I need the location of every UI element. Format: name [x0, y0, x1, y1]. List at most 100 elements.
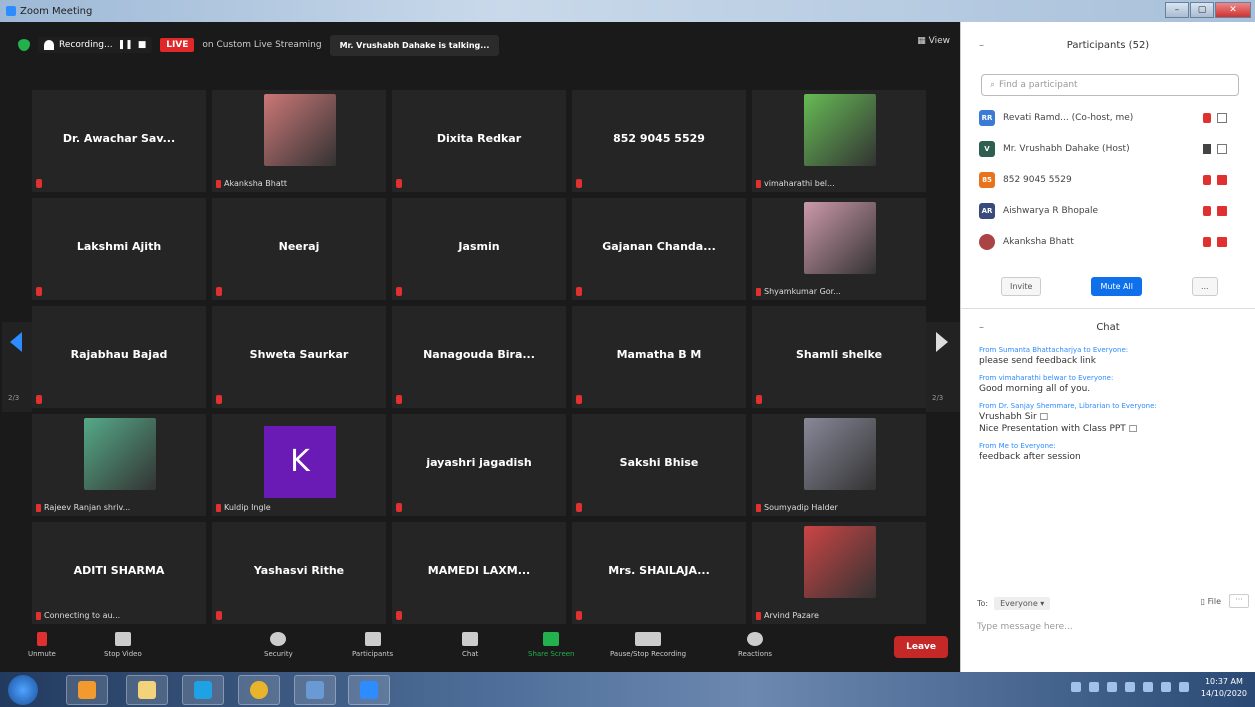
participant-tile[interactable]: Nanagouda Bira...: [392, 306, 566, 408]
invite-button[interactable]: Invite: [1001, 277, 1042, 296]
tray-icon[interactable]: [1107, 682, 1117, 692]
mic-icon[interactable]: [1203, 174, 1211, 185]
participant-tile[interactable]: MAMEDI LAXM...: [392, 522, 566, 624]
participant-tile[interactable]: Rajeev Ranjan shriv...: [32, 414, 206, 516]
mic-icon[interactable]: [1203, 205, 1211, 216]
participant-tile[interactable]: Mrs. SHAILAJA...: [572, 522, 746, 624]
mic-icon[interactable]: [1203, 143, 1211, 154]
chat-message-input[interactable]: Type message here...: [977, 622, 1073, 632]
participant-tile[interactable]: ADITI SHARMA Connecting to au...: [32, 522, 206, 624]
participant-tile[interactable]: Shyamkumar Gor...: [752, 198, 926, 300]
tray-icon[interactable]: [1089, 682, 1099, 692]
view-button[interactable]: ▦ View: [917, 36, 950, 46]
participant-tile[interactable]: Rajabhau Bajad: [32, 306, 206, 408]
collapse-participants-button[interactable]: –: [979, 40, 984, 51]
participant-tile[interactable]: Mamatha B M: [572, 306, 746, 408]
volume-icon[interactable]: [1161, 682, 1171, 692]
participant-tile[interactable]: Soumyadip Halder: [752, 414, 926, 516]
mute-all-button[interactable]: Mute All: [1091, 277, 1142, 296]
camera-icon[interactable]: [1217, 236, 1227, 247]
camera-icon[interactable]: [1217, 112, 1227, 123]
participant-tile[interactable]: jayashri jagadish: [392, 414, 566, 516]
participant-name: Yashasvi Rithe: [253, 564, 345, 577]
chat-message: From vimaharathi belwar to Everyone: Good…: [979, 374, 1239, 394]
tray-icon[interactable]: [1071, 682, 1081, 692]
file-button[interactable]: ▯ File: [1201, 597, 1221, 606]
participant-row-name: 852 9045 5529: [1003, 174, 1072, 185]
maximize-button[interactable]: ▢: [1190, 2, 1214, 18]
participant-tile[interactable]: Dr. Awachar Sav...: [32, 90, 206, 192]
more-options-button[interactable]: ...: [1191, 277, 1218, 296]
participant-tile[interactable]: Shamli shelke: [752, 306, 926, 408]
view-label: View: [928, 36, 950, 46]
live-badge[interactable]: LIVE: [160, 38, 195, 52]
mic-icon[interactable]: [1203, 112, 1211, 123]
collapse-chat-button[interactable]: –: [979, 322, 984, 333]
security-label: Security: [264, 650, 293, 658]
smiley-icon: [747, 632, 764, 646]
participant-row-name: Revati Ramd... (Co-host, me): [1003, 112, 1134, 123]
participants-button[interactable]: Participants: [352, 632, 393, 658]
participant-tile[interactable]: Sakshi Bhise: [572, 414, 746, 516]
system-clock[interactable]: 10:37 AM 14/10/2020: [1201, 676, 1247, 700]
participant-tile[interactable]: Jasmin: [392, 198, 566, 300]
tray-icon[interactable]: [1125, 682, 1135, 692]
recording-indicator[interactable]: Recording... ❚❚ ■: [38, 37, 153, 53]
muted-mic-icon: [396, 287, 402, 296]
mic-icon[interactable]: [1203, 236, 1211, 247]
participant-tile[interactable]: Lakshmi Ajith: [32, 198, 206, 300]
participant-tile[interactable]: Yashasvi Rithe: [212, 522, 386, 624]
muted-mic-icon: [576, 611, 582, 620]
chat-more-button[interactable]: ···: [1229, 594, 1249, 608]
participant-row[interactable]: Akanksha Bhatt: [961, 226, 1255, 257]
participant-search-input[interactable]: ⌕ Find a participant: [981, 74, 1239, 96]
taskbar-paint[interactable]: [294, 675, 336, 705]
participant-tile[interactable]: Dixita Redkar: [392, 90, 566, 192]
security-button[interactable]: Security: [264, 632, 293, 658]
skype-icon: [194, 681, 212, 699]
taskbar-skype[interactable]: [182, 675, 224, 705]
participant-tile[interactable]: Shweta Saurkar: [212, 306, 386, 408]
stop-video-button[interactable]: Stop Video: [104, 632, 142, 658]
previous-page-button[interactable]: 2/3: [2, 322, 32, 412]
chat-message: From Dr. Sanjay Shemmare, Librarian to E…: [979, 402, 1239, 434]
participant-tile[interactable]: Akanksha Bhatt: [212, 90, 386, 192]
taskbar-zoom[interactable]: [348, 675, 390, 705]
share-screen-icon: [543, 632, 560, 646]
leave-button[interactable]: Leave: [894, 636, 948, 658]
unmute-button[interactable]: Unmute: [28, 632, 56, 658]
pause-stop-recording-button[interactable]: Pause/Stop Recording: [610, 632, 686, 658]
close-button[interactable]: ✕: [1215, 2, 1251, 18]
camera-icon[interactable]: [1217, 205, 1227, 216]
participant-tile[interactable]: vimaharathi bel...: [752, 90, 926, 192]
shield-icon[interactable]: [18, 39, 30, 51]
recipient-dropdown[interactable]: Everyone ▾: [994, 597, 1051, 610]
camera-icon[interactable]: [1217, 174, 1227, 185]
share-screen-button[interactable]: Share Screen: [528, 632, 575, 658]
taskbar-media-player[interactable]: [66, 675, 108, 705]
taskbar-chrome[interactable]: [238, 675, 280, 705]
stop-icon[interactable]: ■: [138, 40, 147, 50]
chat-sender: From Dr. Sanjay Shemmare, Librarian to E…: [979, 402, 1157, 410]
participant-tile[interactable]: 852 9045 5529: [572, 90, 746, 192]
participant-tile[interactable]: K Kuldip Ingle: [212, 414, 386, 516]
participant-name: Dr. Awachar Sav...: [62, 132, 176, 145]
network-icon[interactable]: [1179, 682, 1189, 692]
participant-tile[interactable]: Gajanan Chanda...: [572, 198, 746, 300]
windows-start-button[interactable]: [8, 675, 38, 705]
camera-icon[interactable]: [1217, 143, 1227, 154]
participant-tile[interactable]: Arvind Pazare: [752, 522, 926, 624]
participant-row[interactable]: 85 852 9045 5529: [961, 164, 1255, 195]
participant-row[interactable]: AR Aishwarya R Bhopale: [961, 195, 1255, 226]
participant-tile[interactable]: Neeraj: [212, 198, 386, 300]
taskbar-explorer[interactable]: [126, 675, 168, 705]
participant-row[interactable]: RR Revati Ramd... (Co-host, me): [961, 102, 1255, 133]
minimize-button[interactable]: –: [1165, 2, 1189, 18]
participant-row-name: Mr. Vrushabh Dahake (Host): [1003, 143, 1130, 154]
flag-icon[interactable]: [1143, 682, 1153, 692]
chat-button[interactable]: Chat: [462, 632, 478, 658]
pause-icon[interactable]: ❚❚: [118, 40, 133, 50]
reactions-button[interactable]: Reactions: [738, 632, 772, 658]
participant-row[interactable]: V Mr. Vrushabh Dahake (Host): [961, 133, 1255, 164]
windows-taskbar: 10:37 AM 14/10/2020: [0, 672, 1255, 707]
